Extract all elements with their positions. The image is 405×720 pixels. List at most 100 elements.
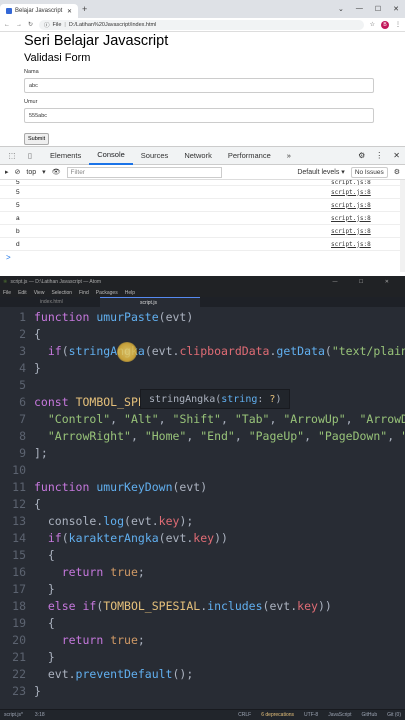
code-line: if(karakterAngka(evt.key)) — [47, 531, 228, 545]
editor-tabs: index.html script.js — [0, 297, 405, 307]
code-line: { — [34, 327, 41, 341]
code-line: function umurKeyDown(evt) — [34, 480, 208, 494]
status-eol[interactable]: CRLF — [238, 712, 251, 718]
eye-icon[interactable]: 👁 — [52, 168, 61, 176]
list-item: a script.js:8 — [0, 212, 405, 225]
list-item: 5 script.js:8 — [0, 199, 405, 212]
code-line: { — [34, 616, 55, 630]
reload-icon[interactable]: ↻ — [28, 21, 33, 28]
menu-file[interactable]: File — [3, 290, 11, 296]
info-icon: ⓘ — [44, 22, 50, 29]
umur-input[interactable]: 555abc — [24, 108, 374, 123]
browser-tab[interactable]: Belajar Javascript ✕ — [0, 4, 78, 18]
code-line: ]; — [34, 446, 48, 460]
gear-icon[interactable]: ⚙ — [358, 151, 365, 160]
forward-icon[interactable]: → — [16, 22, 22, 28]
umur-label: Umur — [24, 99, 38, 105]
code-line: console.log(evt.key); — [34, 514, 194, 528]
list-item: b script.js:8 — [0, 225, 405, 238]
tab-index-html[interactable]: index.html — [0, 297, 100, 307]
more-tabs-icon[interactable]: » — [279, 146, 299, 165]
code-line: return true; — [61, 565, 145, 579]
status-bar: script.js* 3:18 CRLF 6 deprecations UTF-… — [0, 709, 405, 720]
page-title: Seri Belajar Javascript — [24, 33, 169, 49]
console-toolbar: ▸ ⊘ top ▾ 👁 Filter Default levels ▾ No I… — [0, 165, 405, 180]
code-line: } — [34, 684, 41, 698]
code-line: "Control", "Alt", "Shift", "Tab", "Arrow… — [47, 412, 405, 426]
tab-sources[interactable]: Sources — [133, 146, 177, 165]
menu-edit[interactable]: Edit — [18, 290, 27, 296]
code-line: } — [34, 361, 41, 375]
inspect-icon[interactable]: ⬚ — [6, 151, 18, 160]
status-git[interactable]: Git (0) — [387, 712, 401, 718]
nama-input[interactable]: abc — [24, 78, 374, 93]
window-controls[interactable]: — ☐ ✕ — [333, 279, 405, 285]
console-prompt[interactable]: > — [0, 251, 405, 264]
menu-help[interactable]: Help — [125, 290, 135, 296]
signature-tooltip: stringAngka(string: ?) — [140, 389, 290, 409]
close-tab-icon[interactable]: ✕ — [67, 8, 72, 15]
page-subtitle: Validasi Form — [24, 52, 91, 64]
filter-input[interactable]: Filter — [66, 166, 222, 178]
tab-performance[interactable]: Performance — [220, 146, 279, 165]
status-deprecations[interactable]: 6 deprecations — [261, 712, 294, 718]
tab-elements[interactable]: Elements — [42, 146, 89, 165]
chevron-down-icon[interactable]: ⌄ — [338, 5, 344, 13]
status-cursor-pos[interactable]: 3:18 — [35, 712, 45, 718]
star-icon[interactable]: ☆ — [370, 21, 375, 28]
menu-selection[interactable]: Selection — [51, 290, 72, 296]
menu-packages[interactable]: Packages — [96, 290, 118, 296]
code-line: evt.preventDefault(); — [34, 667, 194, 681]
tab-console[interactable]: Console — [89, 146, 133, 165]
atom-window: ⚛ script.js — D:\Latihan Javascript — At… — [0, 276, 405, 720]
toolbar: ← → ↻ ⓘ File | D:/Latihan%20Javascript/i… — [0, 18, 405, 32]
url-text: D:/Latihan%20Javascript/index.html — [68, 21, 157, 28]
sidebar-toggle-icon[interactable]: ▸ — [5, 168, 9, 176]
more-options-icon[interactable]: ⋮ — [375, 151, 383, 160]
menu-icon[interactable]: ⋮ — [395, 21, 401, 28]
tab-network[interactable]: Network — [176, 146, 220, 165]
code-line: if(stringAngka(evt.clipboardData.getData… — [47, 344, 405, 358]
minimize-icon[interactable]: — — [356, 5, 363, 13]
atom-title: script.js — D:\Latihan Javascript — Atom — [10, 279, 102, 285]
issues-button[interactable]: No Issues — [350, 166, 388, 178]
console-settings-icon[interactable]: ⚙ — [394, 168, 405, 176]
code-line: "ArrowRight", "Home", "End", "PageUp", "… — [47, 429, 405, 443]
window-controls: ⌄ — ☐ ✕ — [338, 5, 405, 13]
status-encoding[interactable]: UTF-8 — [304, 712, 318, 718]
menu-find[interactable]: Find — [79, 290, 89, 296]
url-separator: | — [64, 21, 66, 28]
console-scrollbar[interactable] — [400, 180, 405, 272]
status-github[interactable]: GitHub — [362, 712, 378, 718]
context-select[interactable]: top — [26, 169, 36, 176]
address-bar[interactable]: ⓘ File | D:/Latihan%20Javascript/index.h… — [39, 19, 364, 30]
code-line: } — [34, 582, 55, 596]
menu-view[interactable]: View — [34, 290, 45, 296]
maximize-icon[interactable]: ☐ — [375, 5, 381, 13]
back-icon[interactable]: ← — [4, 22, 10, 28]
web-page: Seri Belajar Javascript Validasi Form Na… — [0, 32, 405, 146]
url-prefix: File — [52, 21, 62, 28]
browser-window: Belajar Javascript ✕ + ⌄ — ☐ ✕ ← → ↻ ⓘ F… — [0, 0, 405, 276]
status-grammar[interactable]: JavaScript — [328, 712, 351, 718]
code-line: { — [34, 548, 55, 562]
device-toolbar-icon[interactable]: ▯ — [24, 151, 36, 160]
list-item: 5 script.js:8 — [0, 186, 405, 199]
mouse-cursor-highlight — [117, 342, 137, 362]
close-window-icon[interactable]: ✕ — [393, 5, 399, 13]
close-devtools-icon[interactable]: ✕ — [393, 151, 400, 160]
devtools-tabbar: ⬚ ▯ Elements Console Sources Network Per… — [0, 146, 405, 165]
clear-console-icon[interactable]: ⊘ — [15, 168, 21, 176]
new-tab-icon[interactable]: + — [82, 4, 87, 14]
code-line: } — [34, 650, 55, 664]
atom-logo-icon: ⚛ — [3, 279, 8, 285]
tab-strip: Belajar Javascript ✕ + ⌄ — ☐ ✕ — [0, 0, 405, 18]
submit-button[interactable]: Submit — [24, 133, 50, 145]
code-line: function umurPaste(evt) — [34, 310, 194, 324]
avatar[interactable]: B — [381, 20, 389, 29]
tab-script-js[interactable]: script.js — [100, 297, 200, 307]
code-editor[interactable]: 1 function umurPaste(evt) 2 { 3 if(strin… — [0, 307, 405, 707]
code-line: { — [34, 497, 41, 511]
levels-select[interactable]: Default levels ▾ — [297, 168, 344, 176]
status-file[interactable]: script.js* — [4, 712, 23, 718]
